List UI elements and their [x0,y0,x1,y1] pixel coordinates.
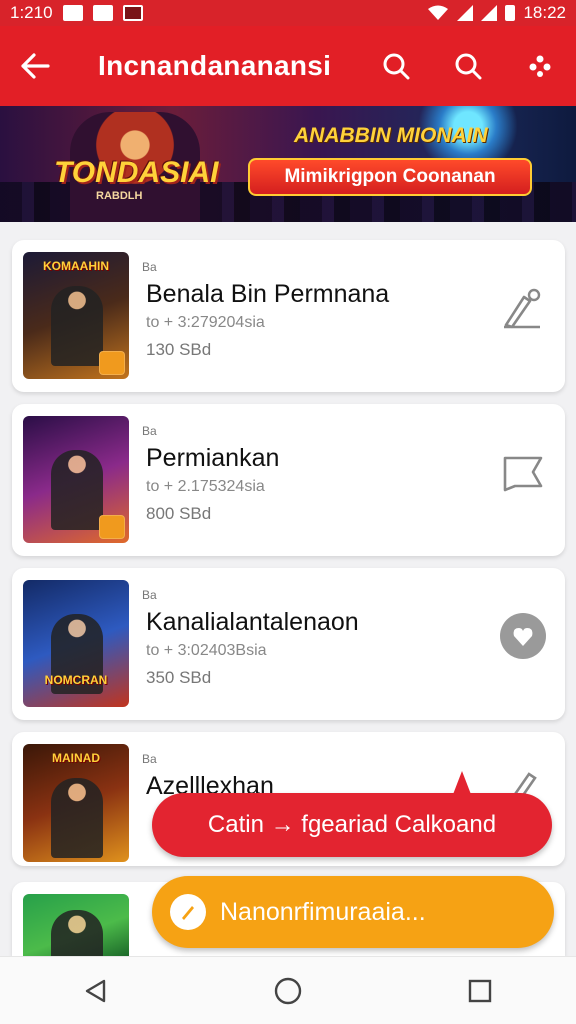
edit-button[interactable] [499,284,547,332]
thumbnail-figure [51,450,103,530]
game-card[interactable]: Ba Permiankan to + 2.175324sia 800 SBd [12,404,565,556]
back-arrow-icon [21,53,50,79]
game-category: Ba [142,752,157,766]
notification-icon [122,5,143,21]
more-button[interactable] [504,26,576,106]
thumbnail-figure [51,910,103,956]
game-category: Ba [142,424,157,438]
nav-recents-button[interactable] [440,957,520,1024]
game-thumbnail: NOMCRAN [23,580,129,707]
nav-back-button[interactable] [56,957,136,1024]
app-bar: Incnandananansi [0,26,576,106]
primary-action-button[interactable]: Nanonrfimuraaia... [152,876,554,948]
wifi-icon [428,5,449,20]
home-circle-icon [274,977,302,1004]
game-thumbnail: MAINAD [23,744,129,862]
game-meta: to + 2.175324sia [146,478,265,495]
signal-icon [457,5,474,21]
thumbnail-title: KOMAAHIN [43,259,109,273]
signal-icon [481,5,498,21]
recents-square-icon [468,979,492,1002]
banner-cta-button[interactable]: Mimikrigpon Coonanan [248,158,532,196]
game-name: Kanalialantalenaon [146,608,359,636]
search-icon [455,53,482,80]
quick-action-button[interactable]: Catin → fgeariad Calkoand [152,771,552,857]
battery-icon [505,5,516,21]
favorite-button[interactable] [499,612,547,660]
game-name: Permiankan [146,444,280,472]
game-meta: to + 3:279204sia [146,314,265,331]
bookmark-icon [503,456,543,492]
game-category: Ba [142,260,157,274]
thumbnail-badge-icon [99,351,125,375]
status-clock: 18:22 [523,3,566,22]
pencil-icon [170,894,206,930]
pill-pointer [452,771,472,797]
system-nav-bar [0,956,576,1024]
game-thumbnail: KOMAAHIN [23,252,129,379]
thumbnail-figure [51,286,103,366]
game-card[interactable]: KOMAAHIN Ba Benala Bin Permnana to + 3:2… [12,240,565,392]
game-size: 800 SBd [146,504,212,523]
banner-logo: TONDASIAI [54,156,219,189]
status-time: 1:210 [10,3,53,22]
search-button[interactable] [360,26,432,106]
more-icon [529,55,551,77]
game-card[interactable]: NOMCRAN Ba Kanalialantalenaon to + 3:024… [12,568,565,720]
game-category: Ba [142,588,157,602]
nav-home-button[interactable] [248,957,328,1024]
thumbnail-badge-icon [99,515,125,539]
thumbnail-figure [51,778,103,858]
banner-logo-sub: RABDLH [96,190,143,202]
banner-headline: ANABBIN MIONAIN [294,124,488,147]
search-icon [383,53,410,80]
game-size: 130 SBd [146,340,212,359]
game-thumbnail [23,416,129,543]
bookmark-button[interactable] [499,448,547,496]
page-title: Incnandananansi [98,50,332,81]
thumbnail-title: MAINAD [52,751,100,765]
game-size: 350 SBd [146,668,212,687]
quick-action-label: Catin → fgeariad Calkoand [207,811,497,838]
notification-icon [62,5,83,21]
game-name: Benala Bin Permnana [146,280,390,308]
status-bar: 1:210 18:22 [0,0,576,26]
notification-icon [92,5,113,21]
promo-banner[interactable]: TONDASIAI RABDLH ANABBIN MIONAIN Mimikri… [0,106,576,222]
back-triangle-icon [85,979,106,1002]
edit-icon [504,288,541,329]
primary-action-label: Nanonrfimuraaia... [220,897,426,926]
back-button[interactable] [0,26,70,106]
search-button[interactable] [432,26,504,106]
thumbnail-title: NOMCRAN [44,673,108,687]
game-meta: to + 3:02403Bsia [146,642,267,659]
heart-bubble-icon [500,613,546,659]
game-thumbnail [23,894,129,956]
